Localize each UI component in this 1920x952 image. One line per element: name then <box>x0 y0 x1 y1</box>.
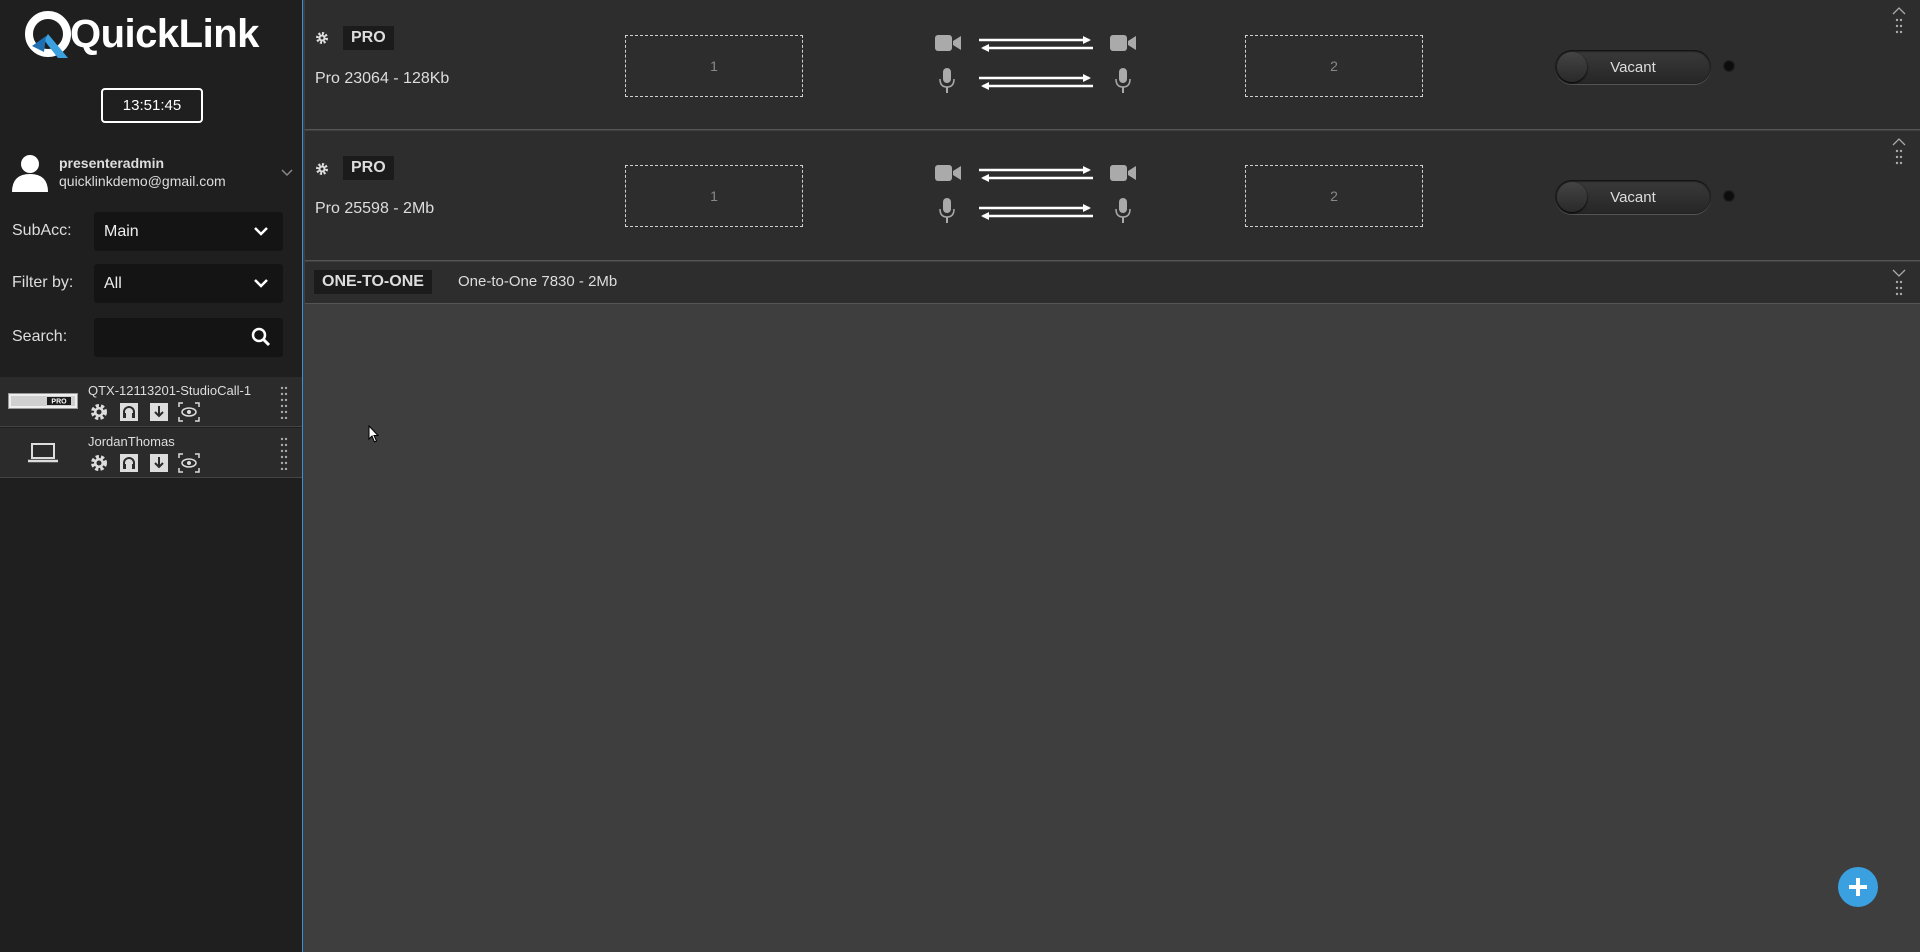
session-clock: 13:51:45 <box>101 88 203 123</box>
search-label: Search: <box>12 328 68 345</box>
status-label: Vacant <box>1610 188 1656 206</box>
bidirectional-arrows-icon <box>979 166 1093 182</box>
drop-slot-a[interactable]: 1 <box>625 35 803 97</box>
gear-icon[interactable] <box>315 162 329 176</box>
drop-slot-a[interactable]: 1 <box>625 165 803 227</box>
session-title: One-to-One 7830 - 2Mb <box>458 273 618 290</box>
status-led <box>1723 190 1735 202</box>
sidebar: QuickLink 13:51:45 presenteradmin quickl… <box>0 0 303 952</box>
session-panel: PRO Pro 23064 - 128Kb 1 2 Vacant <box>305 0 1920 130</box>
brand-name: QuickLink <box>70 11 259 56</box>
subacc-select[interactable]: Main <box>94 212 283 251</box>
chevron-down-icon[interactable] <box>279 164 295 180</box>
session-title: Pro 23064 - 128Kb <box>315 70 450 87</box>
user-email: quicklinkdemo@gmail.com <box>59 173 226 189</box>
bidirectional-arrows-icon <box>979 204 1093 220</box>
grip-icon[interactable] <box>1895 149 1903 165</box>
microphone-icon <box>1115 68 1131 93</box>
bidirectional-arrows-icon <box>979 74 1093 90</box>
gear-icon[interactable] <box>315 31 329 45</box>
toggle-knob <box>1557 182 1587 212</box>
chevron-down-icon <box>254 227 268 236</box>
session-type-badge: PRO <box>343 26 394 50</box>
video-camera-icon <box>935 35 961 51</box>
logo-icon <box>25 11 71 58</box>
toggle-knob <box>1557 52 1587 82</box>
download-icon[interactable] <box>148 402 170 422</box>
gear-icon[interactable] <box>88 402 110 422</box>
headphones-icon[interactable] <box>118 453 140 473</box>
grip-icon[interactable] <box>280 385 288 419</box>
grip-icon[interactable] <box>280 436 288 470</box>
status-toggle[interactable]: Vacant <box>1555 180 1711 214</box>
user-name: presenteradmin <box>59 155 165 171</box>
add-icon <box>1849 878 1867 896</box>
device-tools <box>88 453 200 473</box>
search-input[interactable] <box>94 318 283 357</box>
session-title: Pro 25598 - 2Mb <box>315 200 435 217</box>
user-avatar-icon <box>12 155 48 192</box>
brand-logo: QuickLink <box>24 8 259 60</box>
chevron-down-icon[interactable] <box>1892 268 1906 278</box>
filter-value: All <box>104 274 122 292</box>
video-camera-icon <box>1110 165 1136 181</box>
laptop-icon <box>28 443 58 463</box>
drop-slot-b[interactable]: 2 <box>1245 165 1423 227</box>
subacc-value: Main <box>104 222 139 240</box>
search-icon[interactable] <box>251 327 271 347</box>
add-session-button[interactable] <box>1838 867 1878 907</box>
pro-hardware-icon: PRO <box>8 393 78 409</box>
subacc-label: SubAcc: <box>12 222 72 239</box>
user-info: presenteradmin quicklinkdemo@gmail.com <box>59 155 279 189</box>
eye-icon[interactable] <box>178 402 200 422</box>
grip-icon[interactable] <box>1895 18 1903 34</box>
status-led <box>1723 60 1735 72</box>
mouse-cursor-icon <box>368 425 380 443</box>
device-name: QTX-12113201-StudioCall-1 <box>88 383 252 398</box>
filter-select[interactable]: All <box>94 264 283 303</box>
video-camera-icon <box>935 165 961 181</box>
app-root: QuickLink 13:51:45 presenteradmin quickl… <box>0 0 1920 952</box>
gear-icon[interactable] <box>88 453 110 473</box>
device-name: JordanThomas <box>88 434 175 449</box>
session-panel: PRO Pro 25598 - 2Mb 1 2 Vacant <box>305 131 1920 261</box>
status-label: Vacant <box>1610 58 1656 76</box>
session-type-badge: PRO <box>343 156 394 180</box>
device-tools <box>88 402 200 422</box>
bidirectional-arrows-icon <box>979 36 1093 52</box>
chevron-up-icon[interactable] <box>1892 6 1906 16</box>
session-panel-collapsed[interactable]: ONE-TO-ONE One-to-One 7830 - 2Mb <box>305 262 1920 304</box>
chevron-down-icon <box>254 279 268 288</box>
user-menu[interactable]: presenteradmin quicklinkdemo@gmail.com <box>10 151 295 193</box>
chevron-up-icon[interactable] <box>1892 137 1906 147</box>
filter-label: Filter by: <box>12 274 74 291</box>
device-list-item[interactable]: PRO QTX-12113201-StudioCall-1 <box>0 377 302 427</box>
eye-icon[interactable] <box>178 453 200 473</box>
grip-icon[interactable] <box>1895 280 1903 296</box>
status-toggle[interactable]: Vacant <box>1555 50 1711 84</box>
device-list-item[interactable]: JordanThomas <box>0 428 302 478</box>
microphone-icon <box>939 68 955 93</box>
session-type-badge: ONE-TO-ONE <box>314 270 432 294</box>
video-camera-icon <box>1110 35 1136 51</box>
headphones-icon[interactable] <box>118 402 140 422</box>
microphone-icon <box>939 198 955 223</box>
device-thumb-label: PRO <box>51 399 67 406</box>
drop-slot-b[interactable]: 2 <box>1245 35 1423 97</box>
microphone-icon <box>1115 198 1131 223</box>
download-icon[interactable] <box>148 453 170 473</box>
